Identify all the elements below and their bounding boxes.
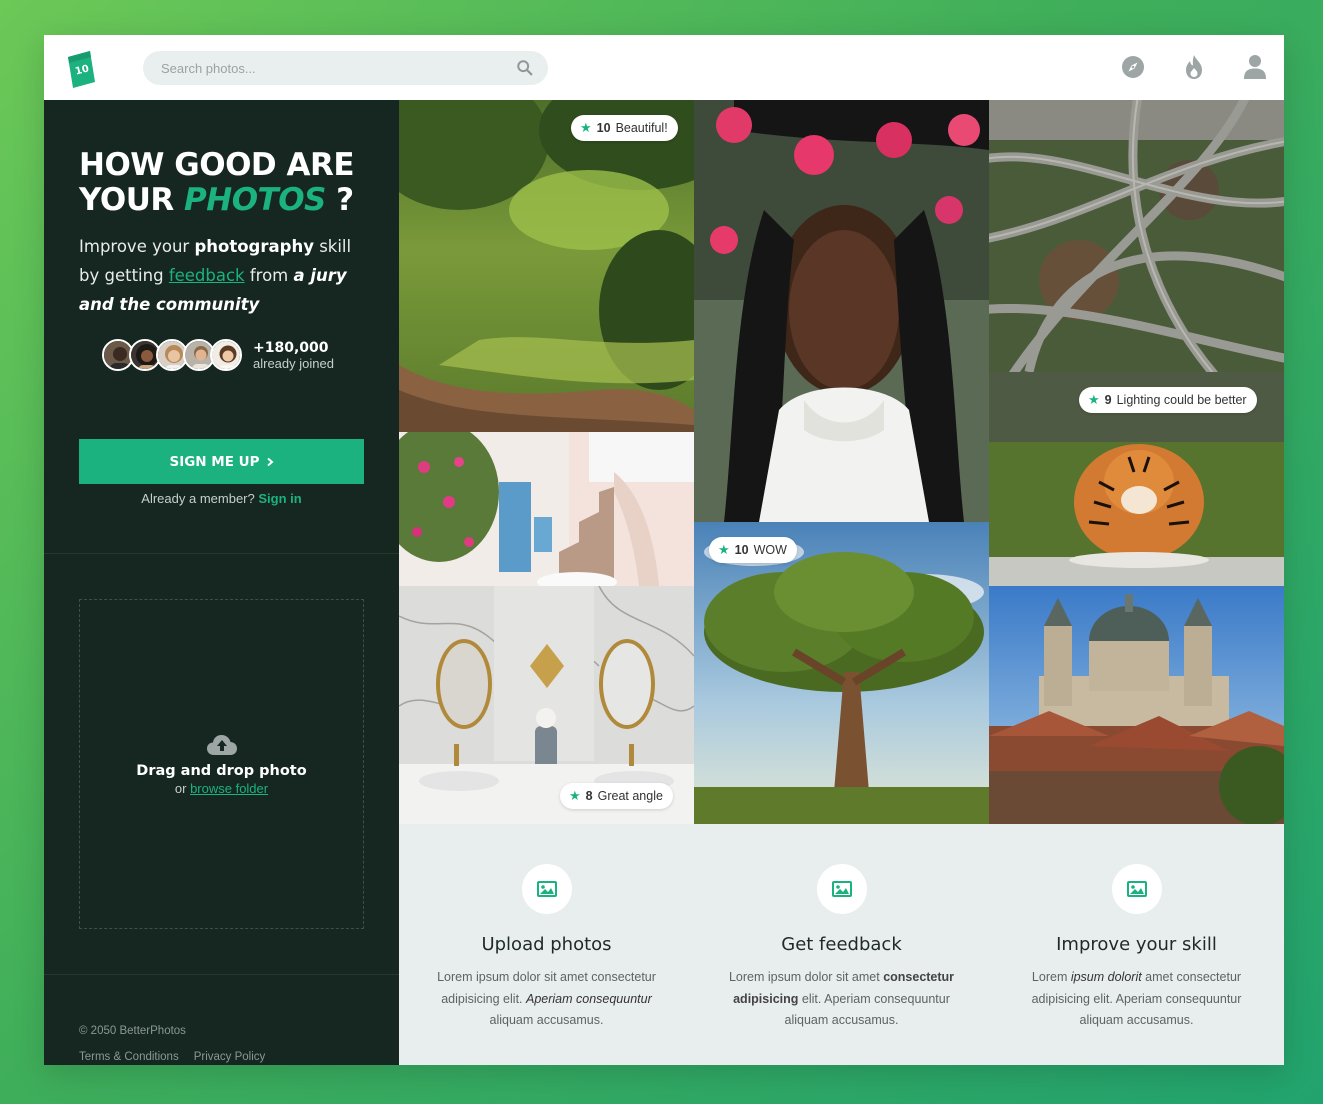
- photo-meadow-path[interactable]: ★ 10 Beautiful!: [399, 100, 694, 432]
- rating-badge: ★ 9 Lighting could be better: [1079, 387, 1257, 413]
- joined-text: +180,000 already joined: [253, 340, 334, 371]
- header-actions: [1121, 53, 1267, 81]
- feature-feedback: Get feedback Lorem ipsum dolor sit amet …: [694, 824, 989, 1065]
- feature-description: Lorem ipsum dolor sit amet consectetur a…: [717, 967, 967, 1032]
- browse-folder-link[interactable]: browse folder: [190, 781, 268, 796]
- feature-icon-wrap: [521, 864, 572, 914]
- feature-description: Lorem ipsum dolorit amet consectetur adi…: [1012, 967, 1262, 1032]
- headline-line1: HOW GOOD ARE: [79, 147, 355, 183]
- feature-text: aliquam accusamus.: [489, 1013, 604, 1027]
- rating-badge: ★ 8 Great angle: [560, 783, 673, 809]
- hero-intro: Improve your photography skill by gettin…: [79, 232, 369, 319]
- photo-santorini-stairs[interactable]: [399, 432, 694, 586]
- avatar-group: [102, 339, 242, 371]
- fire-icon: [1186, 55, 1202, 79]
- dropzone-subtitle: or browse folder: [175, 781, 268, 796]
- photo-marble-bathroom[interactable]: ★ 8 Great angle: [399, 586, 694, 824]
- logo[interactable]: 10: [66, 48, 95, 88]
- joined-label: already joined: [253, 355, 334, 371]
- feature-title: Upload photos: [481, 934, 612, 955]
- top-bar: 10: [44, 35, 1284, 100]
- sign-in-link[interactable]: Sign in: [258, 491, 301, 506]
- feature-italic: Aperiam consequuntur: [525, 991, 652, 1006]
- photo-dropzone[interactable]: Drag and drop photo or browse folder: [79, 599, 364, 929]
- photo-budapest-basilica[interactable]: [989, 586, 1284, 824]
- search-icon[interactable]: [516, 59, 534, 77]
- rating-badge: ★ 10 WOW: [709, 537, 797, 563]
- image-icon: [1126, 881, 1147, 897]
- headline-your: YOUR: [79, 182, 185, 218]
- cloud-upload-icon: [206, 734, 237, 755]
- avatar: [210, 339, 242, 371]
- terms-link[interactable]: Terms & Conditions: [79, 1051, 179, 1063]
- star-icon: ★: [569, 788, 581, 803]
- rating-comment: Great angle: [597, 789, 663, 803]
- photo-lone-tree[interactable]: ★ 10 WOW: [694, 522, 989, 824]
- photo-grid: ★ 10 Beautiful! ★ 9 Lighting could be be…: [399, 100, 1284, 824]
- app-window: 10 Search photos... HOW GOOD ARE YOUR PH…: [44, 35, 1284, 1065]
- footer: © 2050 BetterPhotos Terms & Conditions P…: [79, 1025, 265, 1063]
- privacy-link[interactable]: Privacy Policy: [194, 1051, 266, 1063]
- features-section: Upload photos Lorem ipsum dolor sit amet…: [399, 824, 1284, 1065]
- rating-comment: WOW: [753, 543, 787, 557]
- copyright: © 2050 BetterPhotos: [79, 1025, 186, 1037]
- feature-description: Lorem ipsum dolor sit amet consectetur a…: [422, 967, 672, 1032]
- trending-button[interactable]: [1182, 53, 1206, 81]
- sign-up-button[interactable]: SIGN ME UP: [79, 439, 364, 484]
- hero: HOW GOOD ARE YOUR PHOTOS ? Improve your …: [79, 148, 369, 319]
- dropzone-title: Drag and drop photo: [136, 762, 307, 779]
- rating-badge: ★ 10 Beautiful!: [571, 115, 678, 141]
- compass-icon: [1122, 56, 1144, 78]
- footer-links: Terms & Conditions Privacy Policy: [79, 1051, 265, 1063]
- feature-text: elit. Aperiam consequuntur aliquam accus…: [784, 991, 950, 1028]
- rating-score: 10: [734, 543, 749, 557]
- search-bar: [143, 51, 548, 85]
- star-icon: ★: [580, 120, 592, 135]
- photo-tiger[interactable]: ★ 9 Lighting could be better: [989, 372, 1284, 586]
- feedback-link[interactable]: feedback: [169, 266, 245, 285]
- sidebar: HOW GOOD ARE YOUR PHOTOS ? Improve your …: [44, 100, 399, 1065]
- feature-title: Get feedback: [781, 934, 902, 955]
- feature-icon-wrap: [816, 864, 867, 914]
- star-icon: ★: [1088, 392, 1100, 407]
- dropzone-or: or: [174, 780, 191, 796]
- user-icon: [1244, 55, 1266, 79]
- joined-count: +180,000: [253, 339, 329, 356]
- sign-up-label: SIGN ME UP: [169, 453, 260, 470]
- feature-italic: ipsum dolorit: [1070, 970, 1142, 984]
- feature-upload: Upload photos Lorem ipsum dolor sit amet…: [399, 824, 694, 1065]
- headline-photos: PHOTOS: [184, 182, 326, 218]
- photo-portrait-flowers[interactable]: [694, 100, 989, 522]
- feature-icon-wrap: [1111, 864, 1162, 914]
- photo-highway-interchange[interactable]: [989, 100, 1284, 372]
- intro-text: from: [244, 266, 294, 285]
- image-icon: [536, 881, 557, 897]
- feature-title: Improve your skill: [1056, 934, 1217, 955]
- feature-text: Lorem: [1031, 970, 1071, 984]
- member-text: Already a member?: [141, 491, 259, 506]
- image-icon: [831, 881, 852, 897]
- member-prompt: Already a member? Sign in: [79, 491, 364, 506]
- rating-comment: Lighting could be better: [1116, 393, 1247, 407]
- headline-question: ?: [325, 182, 354, 218]
- divider: [44, 553, 399, 554]
- rating-comment: Beautiful!: [615, 121, 668, 135]
- community-stats: +180,000 already joined: [102, 339, 334, 371]
- explore-button[interactable]: [1121, 53, 1145, 81]
- logo-icon: 10: [68, 51, 95, 88]
- rating-score: 9: [1104, 393, 1112, 407]
- feature-improve: Improve your skill Lorem ipsum dolorit a…: [989, 824, 1284, 1065]
- rating-score: 10: [596, 121, 611, 135]
- chevron-right-icon: [266, 457, 274, 466]
- divider: [44, 974, 399, 975]
- page-title: HOW GOOD ARE YOUR PHOTOS ?: [79, 148, 369, 218]
- feature-text: Lorem ipsum dolor sit amet: [728, 970, 884, 984]
- star-icon: ★: [718, 542, 730, 557]
- profile-button[interactable]: [1243, 53, 1267, 81]
- intro-bold: photography: [194, 237, 314, 256]
- rating-score: 8: [585, 789, 593, 803]
- intro-text: Improve your: [79, 237, 195, 256]
- search-input[interactable]: [161, 60, 516, 76]
